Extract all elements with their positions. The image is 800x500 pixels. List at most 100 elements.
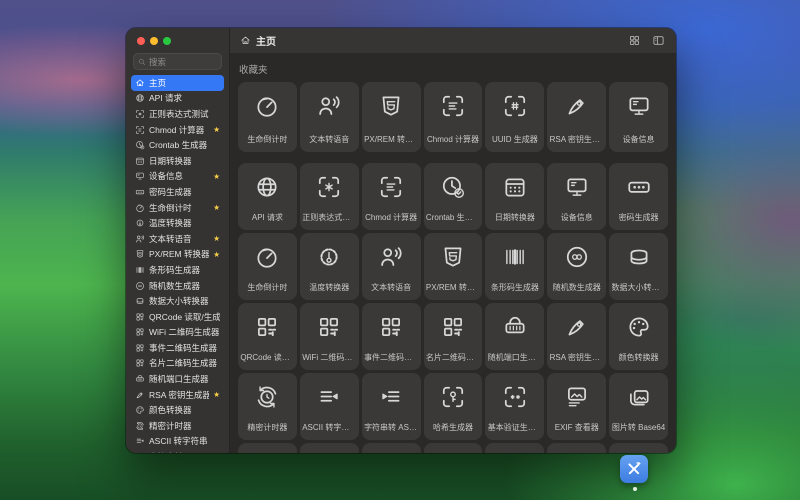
chmod-icon (440, 93, 466, 119)
tool-tile[interactable]: Crontab 生成器 (423, 163, 483, 230)
tool-tile[interactable]: 设备信息 (609, 82, 668, 152)
tool-tile[interactable]: UUID 生成器 (485, 82, 545, 152)
tool-tile[interactable]: EXIF 查看器 (547, 373, 607, 440)
tool-tile[interactable]: 字符串转 ASCII (361, 373, 421, 440)
tool-tile[interactable]: 设备信息 (547, 163, 607, 230)
tool-tile[interactable]: 随机端口生成器 (485, 303, 545, 370)
sidebar-item[interactable]: 主页 (131, 75, 224, 91)
qrcode-icon (135, 358, 145, 368)
crontab-icon (135, 140, 145, 150)
tool-tile[interactable]: 随机数生成器 (547, 233, 607, 300)
tool-tile[interactable]: 温度转换器 (299, 233, 359, 300)
sidebar-item-label: 温度转换器 (149, 218, 192, 229)
sidebar-item-label: Crontab 生成器 (149, 140, 208, 151)
tool-tile[interactable]: 文本转语音 (299, 82, 359, 152)
sidebar-item[interactable]: 数据大小转换器 (131, 293, 224, 309)
tool-tile-label: Chmod 计算器 (426, 135, 479, 144)
tool-tile[interactable]: 文本转语音 (361, 233, 421, 300)
search-box[interactable] (133, 53, 222, 70)
tool-tile[interactable]: WiFi 二维码生成器 (299, 303, 359, 370)
tool-tile[interactable]: RSA 密钥生成器 (547, 303, 607, 370)
sidebar-item[interactable]: 名片二维码生成器 (131, 356, 224, 372)
sidebar-item[interactable]: 字符串转 ASCII (131, 449, 224, 453)
sidebar-item[interactable]: 日期转换器 (131, 153, 224, 169)
tool-tile[interactable] (238, 443, 297, 453)
tool-tile[interactable]: RSA 密钥生成器 (547, 82, 607, 152)
sidebar-item[interactable]: PX/REM 转换器 ★ (131, 247, 224, 263)
sidebar-item[interactable]: API 请求 (131, 91, 224, 107)
sidebar-item[interactable]: 正则表达式测试 (131, 106, 224, 122)
tool-tile[interactable]: 颜色转换器 (609, 303, 668, 370)
sidebar-item[interactable]: 密码生成器 (131, 184, 224, 200)
tool-tile[interactable] (361, 443, 421, 453)
tool-tile[interactable] (299, 443, 359, 453)
tool-tile[interactable]: 精密计时器 (238, 373, 297, 440)
tool-tile[interactable]: 数据大小转换器 (609, 233, 668, 300)
sidebar-toggle-icon (652, 34, 665, 47)
sidebar-item[interactable]: 事件二维码生成器 (131, 340, 224, 356)
tool-tile[interactable]: API 请求 (238, 163, 297, 230)
tool-tile[interactable]: Chmod 计算器 (423, 82, 483, 152)
sidebar-item[interactable]: 条形码生成器 (131, 262, 224, 278)
tool-tile[interactable]: 名片二维码生成器 (423, 303, 483, 370)
pen-icon (564, 314, 590, 340)
sidebar-item[interactable]: ASCII 转字符串 (131, 434, 224, 450)
sidebar-item-label: 精密计时器 (149, 420, 192, 431)
sidebar-item[interactable]: 精密计时器 (131, 418, 224, 434)
window-header: 主页 (230, 28, 676, 54)
tool-tile[interactable]: 图片转 Base64 (609, 373, 668, 440)
tool-tile[interactable]: PX/REM 转换器 (423, 233, 483, 300)
tool-tile-label: 生命倒计时 (247, 283, 288, 292)
qrcode-icon (378, 314, 404, 340)
sidebar-item[interactable]: 随机端口生成器 (131, 371, 224, 387)
calendar-icon (135, 156, 145, 166)
sidebar-item[interactable]: Chmod 计算器 ★ (131, 122, 224, 138)
sidebar-item-label: PX/REM 转换器 (149, 249, 210, 260)
tool-tile[interactable]: 日期转换器 (485, 163, 545, 230)
tool-tile[interactable]: 生命倒计时 (238, 82, 297, 152)
sidebar: 主页 API 请求正则表达式测试 Chmod 计算器 ★ Crontab 生成器日期转换… (126, 28, 230, 453)
timer-icon (254, 93, 280, 119)
tool-tile[interactable]: 生命倒计时 (238, 233, 297, 300)
sidebar-item[interactable]: 生命倒计时 ★ (131, 200, 224, 216)
tool-tile[interactable]: ASCII 转字符串 (299, 373, 359, 440)
tool-tile[interactable]: QRCode 读取/生成器 (238, 303, 297, 370)
tool-tile[interactable] (423, 443, 483, 453)
sidebar-item[interactable]: 设备信息 ★ (131, 169, 224, 185)
qrcode-icon (316, 314, 342, 340)
view-grid-button[interactable] (627, 33, 642, 48)
tool-tile[interactable]: 哈希生成器 (423, 373, 483, 440)
toggle-sidebar-button[interactable] (651, 33, 666, 48)
zoom-button[interactable] (163, 37, 171, 45)
dock-app-icon[interactable] (620, 455, 648, 483)
tool-tile[interactable] (609, 443, 668, 453)
tool-tile[interactable]: 正则表达式测试 (299, 163, 359, 230)
lines-right-icon (135, 452, 145, 453)
sidebar-item[interactable]: 颜色转换器 (131, 402, 224, 418)
minimize-button[interactable] (150, 37, 158, 45)
tool-tile[interactable]: 密码生成器 (609, 163, 668, 230)
sidebar-item[interactable]: 随机数生成器 (131, 278, 224, 294)
sidebar-item[interactable]: 文本转语音 ★ (131, 231, 224, 247)
search-input[interactable] (149, 56, 217, 67)
tool-tile[interactable]: Aa (547, 443, 607, 453)
sidebar-item[interactable]: Crontab 生成器 (131, 137, 224, 153)
tool-tile[interactable]: 基本验证生成器 (485, 373, 545, 440)
tool-tile[interactable]: 事件二维码生成器 (361, 303, 421, 370)
sidebar-item-label: Chmod 计算器 (149, 124, 205, 135)
sidebar-item[interactable]: RSA 密钥生成器 ★ (131, 387, 224, 403)
sidebar-item[interactable]: WiFi 二维码生成器 (131, 325, 224, 341)
close-button[interactable] (137, 37, 145, 45)
main-panel: 主页 收藏夹 生命倒计时 文本转语音 PX/REM 转换器 Chmod 计算器 UUID… (230, 28, 676, 453)
sidebar-item-label: 主页 (149, 77, 167, 88)
tool-tile[interactable]: UNi (485, 443, 545, 453)
grid-icon (628, 34, 641, 47)
barcode-icon (502, 244, 528, 270)
favorite-star-icon: ★ (213, 389, 220, 399)
sidebar-item-label: 正则表达式测试 (149, 108, 209, 119)
sidebar-item[interactable]: 温度转换器 (131, 215, 224, 231)
tool-tile[interactable]: 条形码生成器 (485, 233, 545, 300)
tool-tile[interactable]: Chmod 计算器 (361, 163, 421, 230)
sidebar-item[interactable]: QRCode 读取/生成器 (131, 309, 224, 325)
tool-tile[interactable]: PX/REM 转换器 (361, 82, 421, 152)
